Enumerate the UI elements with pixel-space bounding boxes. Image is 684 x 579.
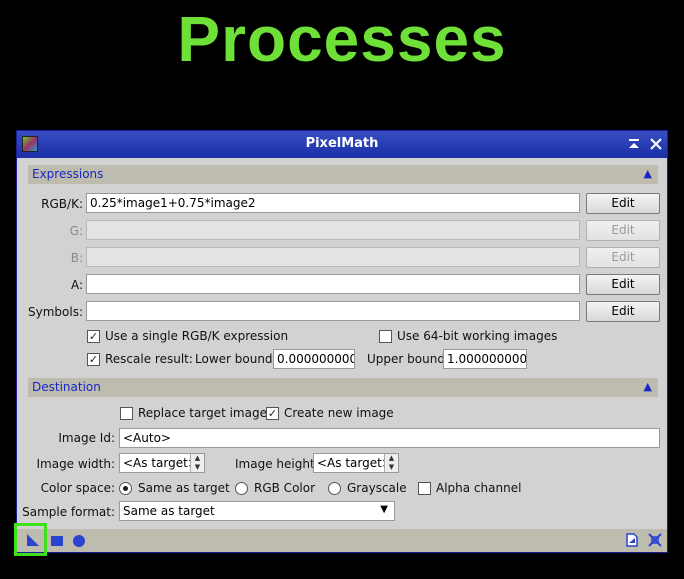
use-64bit-label: Use 64-bit working images — [397, 329, 558, 343]
rgbk-label: RGB/K: — [41, 197, 83, 211]
rgb-color-label: RGB Color — [254, 481, 316, 495]
edit-rgbk-button[interactable]: Edit — [586, 193, 660, 214]
lower-bound-label: Lower bound: — [195, 352, 277, 366]
title-bar[interactable]: PixelMath — [17, 131, 667, 158]
reset-icon[interactable] — [647, 532, 663, 548]
apply-icon[interactable] — [72, 533, 86, 547]
chevron-down-icon: ▼ — [380, 504, 388, 515]
highlight-box — [14, 523, 47, 556]
expressions-section-title: Expressions — [32, 167, 104, 181]
lower-bound-field[interactable]: 0.0000000000 — [273, 349, 355, 369]
upper-bound-label: Upper bound: — [367, 352, 449, 366]
b-expression-field[interactable] — [86, 247, 580, 267]
replace-target-label: Replace target image — [138, 406, 267, 420]
alpha-channel-label: Alpha channel — [436, 481, 522, 495]
collapse-icon[interactable]: ▲ — [644, 380, 652, 393]
single-rgbk-label: Use a single RGB/K expression — [105, 329, 289, 343]
g-label: G: — [69, 224, 83, 238]
sample-format-label: Sample format: — [22, 505, 115, 519]
pixelmath-window: PixelMath Expressions ▲ RGB/K: 0.25*imag… — [16, 130, 668, 553]
upper-bound-field[interactable]: 1.0000000000 — [443, 349, 527, 369]
grayscale-radio[interactable] — [328, 482, 341, 495]
single-rgbk-checkbox[interactable]: ✓ — [87, 330, 100, 343]
destination-section-title: Destination — [32, 380, 101, 394]
page-heading: Processes — [177, 3, 507, 75]
rescale-label: Rescale result: — [105, 352, 193, 366]
bottom-toolbar — [17, 529, 667, 552]
image-height-spinbox[interactable]: <As target> ▲ ▼ — [313, 453, 399, 473]
color-space-label: Color space: — [40, 481, 115, 495]
sample-format-combo[interactable]: Same as target ▼ — [119, 501, 395, 521]
destination-section-header[interactable]: Destination ▲ — [28, 378, 658, 397]
rgb-color-radio[interactable] — [235, 482, 248, 495]
g-expression-field[interactable] — [86, 220, 580, 240]
browse-documentation-icon[interactable] — [624, 532, 640, 548]
same-as-target-radio[interactable] — [119, 482, 132, 495]
close-icon[interactable] — [648, 136, 664, 152]
symbols-label: Symbols: — [28, 305, 83, 319]
rgbk-expression-field[interactable]: 0.25*image1+0.75*image2 — [86, 193, 580, 213]
rescale-checkbox[interactable]: ✓ — [87, 353, 100, 366]
image-width-spinbox[interactable]: <As target> ▲ ▼ — [119, 453, 205, 473]
window-title: PixelMath — [305, 136, 379, 151]
edit-symbols-button[interactable]: Edit — [586, 301, 660, 322]
edit-b-button[interactable]: Edit — [586, 247, 660, 268]
same-as-target-label: Same as target — [138, 481, 230, 495]
image-width-label: Image width: — [36, 457, 115, 471]
spin-arrows-icon[interactable]: ▲ ▼ — [190, 454, 204, 472]
b-label: B: — [70, 251, 83, 265]
create-new-checkbox[interactable]: ✓ — [266, 407, 279, 420]
a-expression-field[interactable] — [86, 274, 580, 294]
apply-global-icon[interactable] — [50, 533, 64, 547]
symbols-field[interactable] — [86, 301, 580, 321]
image-height-label: Image height: — [235, 457, 319, 471]
expressions-section-header[interactable]: Expressions ▲ — [28, 165, 658, 184]
a-label: A: — [70, 278, 83, 292]
create-new-label: Create new image — [284, 406, 394, 420]
grayscale-label: Grayscale — [347, 481, 407, 495]
image-id-label: Image Id: — [58, 431, 115, 445]
collapse-icon[interactable]: ▲ — [644, 167, 652, 180]
edit-a-button[interactable]: Edit — [586, 274, 660, 295]
shade-icon[interactable] — [626, 136, 642, 152]
use-64bit-checkbox[interactable] — [379, 330, 392, 343]
edit-g-button[interactable]: Edit — [586, 220, 660, 241]
spin-arrows-icon[interactable]: ▲ ▼ — [384, 454, 398, 472]
image-id-field[interactable]: <Auto> — [119, 428, 660, 448]
replace-target-checkbox[interactable] — [120, 407, 133, 420]
alpha-channel-checkbox[interactable] — [418, 482, 431, 495]
